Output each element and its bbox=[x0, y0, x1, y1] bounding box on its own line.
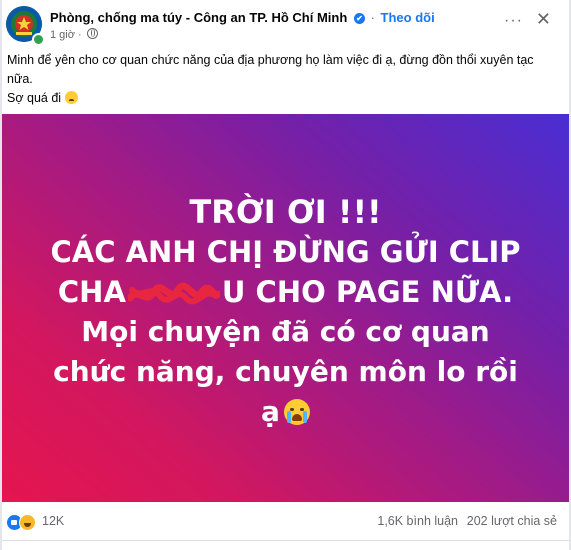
post-header: Phòng, chống ma túy - Công an TP. Hồ Chí… bbox=[6, 6, 561, 46]
online-status-dot bbox=[32, 33, 45, 46]
reaction-count[interactable]: 12K bbox=[42, 514, 64, 528]
footer-divider bbox=[2, 540, 569, 541]
image-text-line6: ạ bbox=[261, 395, 280, 428]
post-time[interactable]: 1 giờ bbox=[50, 29, 75, 41]
image-text-line2: CÁC ANH CHỊ ĐỪNG GỬI CLIP bbox=[50, 235, 521, 269]
caption-text-line2-row: Sợ quá đi bbox=[7, 89, 562, 108]
censor-scribble-icon bbox=[127, 282, 220, 305]
image-text-line1: TRỜI ƠI !!! bbox=[189, 193, 382, 231]
caption-text-line2: Sợ quá đi bbox=[7, 91, 62, 105]
image-text-line3-prefix: CHA bbox=[57, 275, 126, 309]
follow-button[interactable]: Theo dõi bbox=[381, 10, 435, 25]
share-count[interactable]: 202 lượt chia sẻ bbox=[467, 514, 557, 528]
image-text-block: TRỜI ƠI !!! CÁC ANH CHỊ ĐỪNG GỬI CLIP CH… bbox=[2, 192, 569, 432]
haha-reaction-icon[interactable] bbox=[19, 514, 36, 531]
sad-face-emoji-icon bbox=[64, 91, 78, 104]
meta-separator: · bbox=[78, 29, 82, 41]
image-text-line4: Mọi chuyện đã có cơ quan bbox=[81, 315, 490, 348]
image-text-line3: CHA U CHO PAGE NỮA. bbox=[2, 272, 569, 312]
page-name-link[interactable]: Phòng, chống ma túy - Công an TP. Hồ Chí… bbox=[50, 10, 347, 25]
close-button[interactable]: ✕ bbox=[536, 9, 551, 30]
page-name-row: Phòng, chống ma túy - Công an TP. Hồ Chí… bbox=[50, 10, 435, 25]
more-options-button[interactable]: ··· bbox=[504, 12, 523, 30]
crying-face-emoji-icon bbox=[283, 399, 310, 425]
post-footer: 12K 1,6K bình luận 202 lượt chia sẻ bbox=[6, 510, 561, 534]
image-text-line5: chức năng, chuyên môn lo rồi bbox=[53, 355, 518, 388]
post-image[interactable]: TRỜI ƠI !!! CÁC ANH CHỊ ĐỪNG GỬI CLIP CH… bbox=[2, 114, 569, 502]
image-text-line3-suffix: U CHO PAGE NỮA. bbox=[221, 275, 514, 309]
public-globe-icon bbox=[86, 28, 98, 39]
post-caption: Minh để yên cho cơ quan chức năng của đị… bbox=[7, 51, 562, 108]
image-text-line6-row: ạ bbox=[2, 392, 569, 432]
caption-text-line1: Minh để yên cho cơ quan chức năng của đị… bbox=[7, 53, 534, 86]
comment-count[interactable]: 1,6K bình luận bbox=[377, 514, 458, 528]
post-meta: 1 giờ · bbox=[50, 28, 98, 41]
name-separator: · bbox=[370, 10, 375, 25]
verified-badge-icon: ✔ bbox=[353, 13, 365, 24]
